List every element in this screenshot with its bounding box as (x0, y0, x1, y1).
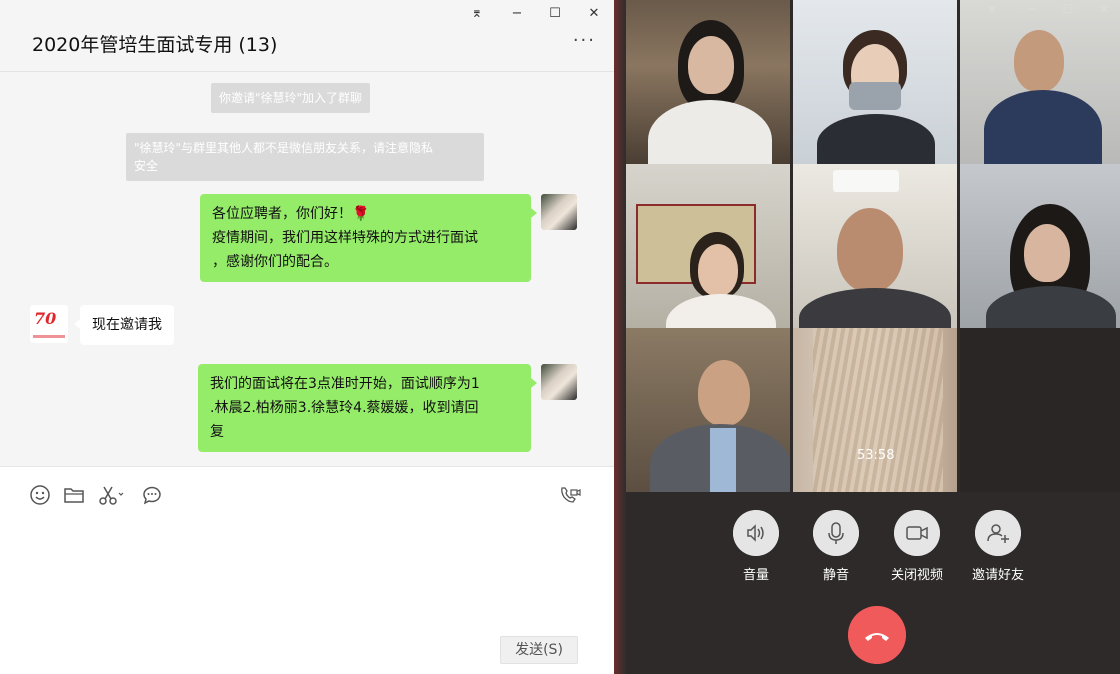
my-avatar[interactable] (541, 194, 577, 230)
turn-off-video-label: 关闭视频 (890, 568, 943, 583)
message-line: ，感谢你们的配合。 (212, 254, 338, 270)
call-controls: 音量 静音 关闭视频 邀请好友 (626, 494, 1120, 674)
call-timer: 53:58 (857, 448, 895, 463)
send-button[interactable]: 发送(S) (500, 636, 578, 664)
chat-window: 2020年管培生面试专用 (13) ⌆ − ☐ ✕ ··· 你邀请"徐慧玲"加入… (0, 0, 614, 674)
invite-friend-label: 邀请好友 (971, 568, 1024, 583)
minimize-button[interactable]: − (1022, 2, 1042, 16)
system-notice: 你邀请"徐慧玲"加入了群聊 (211, 83, 371, 113)
chat-bubble-icon[interactable] (140, 483, 164, 507)
pin-icon[interactable]: ⌆ (982, 2, 1002, 16)
system-notice-line: "徐慧玲"与群里其他人都不是微信朋友关系，请注意隐私 (134, 141, 434, 155)
scissors-icon[interactable] (96, 483, 126, 507)
message-line: 现在邀请我 (92, 317, 162, 333)
add-user-icon[interactable] (975, 510, 1021, 556)
maximize-button[interactable]: ☐ (544, 6, 566, 21)
contact-avatar[interactable]: 70 (30, 305, 68, 343)
participant-video[interactable] (793, 0, 957, 164)
folder-icon[interactable] (62, 483, 86, 507)
participant-video[interactable] (960, 0, 1120, 164)
video-call-icon[interactable] (558, 483, 582, 507)
microphone-icon[interactable] (813, 510, 859, 556)
participant-video[interactable] (626, 164, 790, 328)
message-line: 各位应聘者，你们好！🌹 (212, 206, 370, 222)
message-line: .林晨2.柏杨丽3.徐慧玲4.蔡媛媛，收到请回 (210, 400, 479, 416)
emoji-icon[interactable] (28, 483, 52, 507)
maximize-button[interactable]: ☐ (1058, 2, 1078, 16)
system-notice: "徐慧玲"与群里其他人都不是微信朋友关系，请注意隐私 安全 (126, 133, 484, 181)
participant-video[interactable] (793, 164, 957, 328)
message-bubble-sent[interactable]: 各位应聘者，你们好！🌹 疫情期间，我们用这样特殊的方式进行面试 ，感谢你们的配合… (200, 194, 537, 282)
message-line: 疫情期间，我们用这样特殊的方式进行面试 (212, 230, 478, 246)
window-divider (614, 0, 626, 674)
hang-up-icon[interactable] (848, 606, 906, 664)
message-bubble-received[interactable]: 现在邀请我 (74, 305, 174, 345)
message-line: 复 (210, 424, 224, 440)
system-notice-line: 安全 (134, 159, 159, 173)
video-call-window: ⌆ − ☐ ✕ 音量 静音 关闭视频 邀请好友 (626, 0, 1120, 674)
participant-video[interactable] (793, 328, 957, 492)
minimize-button[interactable]: − (506, 6, 528, 21)
close-button[interactable]: ✕ (1094, 2, 1114, 16)
participant-video[interactable] (626, 0, 790, 164)
empty-video-slot (960, 328, 1120, 492)
video-camera-icon[interactable] (894, 510, 940, 556)
screen: 2020年管培生面试专用 (13) ⌆ − ☐ ✕ ··· 你邀请"徐慧玲"加入… (0, 0, 1120, 674)
message-list[interactable]: 你邀请"徐慧玲"加入了群聊 "徐慧玲"与群里其他人都不是微信朋友关系，请注意隐私… (0, 73, 614, 466)
chat-header: 2020年管培生面试专用 (13) ⌆ − ☐ ✕ ··· (0, 0, 614, 72)
chat-title: 2020年管培生面试专用 (13) (32, 34, 278, 56)
speaker-icon[interactable] (733, 510, 779, 556)
message-line: 我们的面试将在3点准时开始，面试顺序为1 (210, 376, 480, 392)
participant-video[interactable] (626, 328, 790, 492)
message-bubble-sent[interactable]: 我们的面试将在3点准时开始，面试顺序为1 .林晨2.柏杨丽3.徐慧玲4.蔡媛媛，… (198, 364, 537, 452)
logo-bar (33, 335, 65, 338)
participant-grid (626, 0, 1120, 494)
more-options-icon[interactable]: ··· (573, 30, 596, 51)
pin-icon[interactable]: ⌆ (466, 6, 488, 21)
volume-label: 音量 (742, 568, 769, 583)
close-button[interactable]: ✕ (583, 6, 605, 21)
logo-70-icon: 70 (34, 309, 57, 328)
my-avatar[interactable] (541, 364, 577, 400)
participant-video[interactable] (960, 164, 1120, 328)
mute-label: 静音 (822, 568, 849, 583)
message-input-area[interactable]: 发送(S) (0, 466, 614, 674)
